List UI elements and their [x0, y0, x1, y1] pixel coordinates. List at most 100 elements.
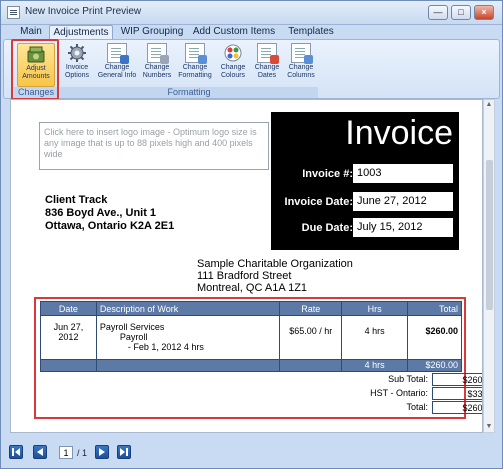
total-label: Total:	[406, 402, 428, 412]
calendar-document-icon	[257, 43, 279, 64]
tax-value: $33.80	[432, 387, 482, 400]
color-palette-icon	[223, 43, 243, 63]
tax-row: HST - Ontario: $33.80	[288, 387, 482, 400]
change-colours-button[interactable]: Change Colours	[216, 43, 250, 87]
change-numbers-label: Change Numbers	[142, 64, 172, 79]
recipient-name: Sample Charitable Organization	[197, 258, 353, 270]
line-items-table: Date Description of Work Rate Hrs Total …	[40, 301, 462, 372]
subtotal-label: Sub Total:	[388, 374, 428, 384]
change-formatting-label: Change Formatting	[178, 64, 212, 79]
selection-highlight	[11, 39, 59, 100]
table-summary-row: 4 hrs $260.00	[40, 359, 462, 372]
change-numbers-button[interactable]: Change Numbers	[140, 43, 174, 87]
tab-wip-grouping[interactable]: WIP Grouping	[117, 25, 187, 40]
recipient-address-line1: 111 Bradford Street	[197, 270, 292, 282]
tab-templates[interactable]: Templates	[283, 25, 339, 40]
scroll-up-icon[interactable]: ▲	[484, 100, 494, 110]
subtotal-value: $260.00	[432, 373, 482, 386]
row-total: $260.00	[407, 315, 462, 360]
info-document-icon	[107, 43, 129, 64]
change-dates-label: Change Dates	[254, 64, 280, 79]
format-document-icon	[185, 43, 207, 64]
table-row[interactable]: Jun 27, 2012 Payroll Services Payroll - …	[40, 315, 462, 360]
invoice-number-value: 1003	[353, 164, 453, 183]
invoice-date-value: June 27, 2012	[353, 192, 453, 211]
total-value: $260.00	[432, 401, 482, 414]
row-rate: $65.00 / hr	[279, 315, 343, 360]
change-columns-label: Change Columns	[287, 64, 315, 79]
tax-label: HST - Ontario:	[370, 388, 428, 398]
formatting-group-label: Formatting	[60, 87, 318, 98]
invoice-preview-area[interactable]: Click here to insert logo image - Optimu…	[10, 99, 483, 433]
next-page-icon	[99, 448, 105, 456]
scroll-down-icon[interactable]: ▼	[484, 422, 494, 432]
invoice-number-label: Invoice #:	[302, 168, 353, 180]
subtotal-row: Sub Total: $260.00	[288, 373, 482, 386]
last-page-icon	[120, 448, 128, 456]
vertical-scrollbar[interactable]: ▲ ▼	[483, 99, 495, 433]
gear-icon	[67, 43, 87, 63]
client-address-line1: 836 Boyd Ave., Unit 1	[45, 207, 157, 219]
change-dates-button[interactable]: Change Dates	[252, 43, 282, 87]
client-address: Client Track 836 Boyd Ave., Unit 1 Ottaw…	[45, 194, 174, 233]
columns-document-icon	[291, 43, 313, 64]
current-page-input[interactable]: 1	[59, 446, 73, 459]
previous-page-button[interactable]	[33, 445, 47, 459]
logo-placeholder[interactable]: Click here to insert logo image - Optimu…	[39, 122, 269, 170]
client-address-line2: Ottawa, Ontario K2A 2E1	[45, 220, 175, 232]
column-header-hrs: Hrs	[341, 301, 409, 316]
tab-main[interactable]: Main	[15, 25, 47, 40]
column-header-rate: Rate	[279, 301, 343, 316]
previous-page-icon	[37, 448, 43, 456]
due-date-value: July 15, 2012	[353, 218, 453, 237]
total-pages: / 1	[77, 448, 88, 458]
invoice-header-block: Invoice Invoice #: 1003 Invoice Date: Ju…	[271, 112, 459, 250]
invoice-options-label: Invoice Options	[64, 64, 90, 79]
tab-add-custom-items[interactable]: Add Custom Items	[191, 25, 277, 40]
change-columns-button[interactable]: Change Columns	[284, 43, 318, 87]
first-page-button[interactable]	[9, 445, 23, 459]
title-bar[interactable]: New Invoice Print Preview — □ ×	[1, 1, 502, 25]
print-preview-window: New Invoice Print Preview — □ × Main Adj…	[0, 0, 503, 469]
last-page-button[interactable]	[117, 445, 131, 459]
ribbon-tab-bar: Main Adjustments WIP Grouping Add Custom…	[1, 25, 502, 40]
window-title: New Invoice Print Preview	[25, 6, 142, 17]
total-row: Total: $260.00	[288, 401, 482, 414]
invoice-title: Invoice	[345, 114, 453, 152]
column-header-description: Description of Work	[95, 301, 281, 316]
app-icon	[7, 6, 20, 19]
change-general-info-button[interactable]: Change General Info	[96, 43, 138, 87]
next-page-button[interactable]	[95, 445, 109, 459]
recipient-address-line2: Montreal, QC A1A 1Z1	[197, 282, 308, 294]
row-desc-detail: - Feb 1, 2012 4 hrs	[127, 342, 204, 352]
close-button[interactable]: ×	[474, 5, 494, 20]
ribbon-group-formatting: Invoice Options Change General Info Chan…	[60, 40, 318, 98]
row-date-line2: 2012	[58, 332, 79, 342]
row-date: Jun 27, 2012	[40, 315, 97, 360]
tab-adjustments[interactable]: Adjustments	[49, 25, 113, 40]
first-page-icon	[12, 448, 20, 456]
page-navigation-bar: 1 / 1	[3, 436, 500, 467]
summary-hrs: 4 hrs	[341, 359, 409, 372]
row-desc-item: Payroll	[119, 332, 148, 342]
column-header-date: Date	[40, 301, 97, 316]
summary-empty-rate	[279, 359, 343, 372]
ribbon-panel: Adjust Amounts Changes Invoice Options C…	[3, 39, 500, 99]
invoice-options-button[interactable]: Invoice Options	[60, 43, 94, 87]
change-colours-label: Change Colours	[220, 64, 246, 79]
row-hrs: 4 hrs	[341, 315, 409, 360]
invoice-date-label: Invoice Date:	[284, 196, 353, 208]
client-name: Client Track	[45, 194, 108, 206]
recipient-address: Sample Charitable Organization 111 Bradf…	[197, 258, 353, 294]
line-items-section: Date Description of Work Rate Hrs Total …	[34, 297, 482, 419]
row-description: Payroll Services Payroll - Feb 1, 2012 4…	[95, 315, 281, 360]
summary-total: $260.00	[407, 359, 462, 372]
summary-empty-description	[95, 359, 281, 372]
due-date-label: Due Date:	[301, 222, 353, 234]
column-header-total: Total	[407, 301, 462, 316]
scrollbar-thumb[interactable]	[486, 160, 493, 310]
change-general-info-label: Change General Info	[97, 64, 137, 79]
maximize-button[interactable]: □	[451, 5, 471, 20]
change-formatting-button[interactable]: Change Formatting	[176, 43, 214, 87]
minimize-button[interactable]: —	[428, 5, 448, 20]
